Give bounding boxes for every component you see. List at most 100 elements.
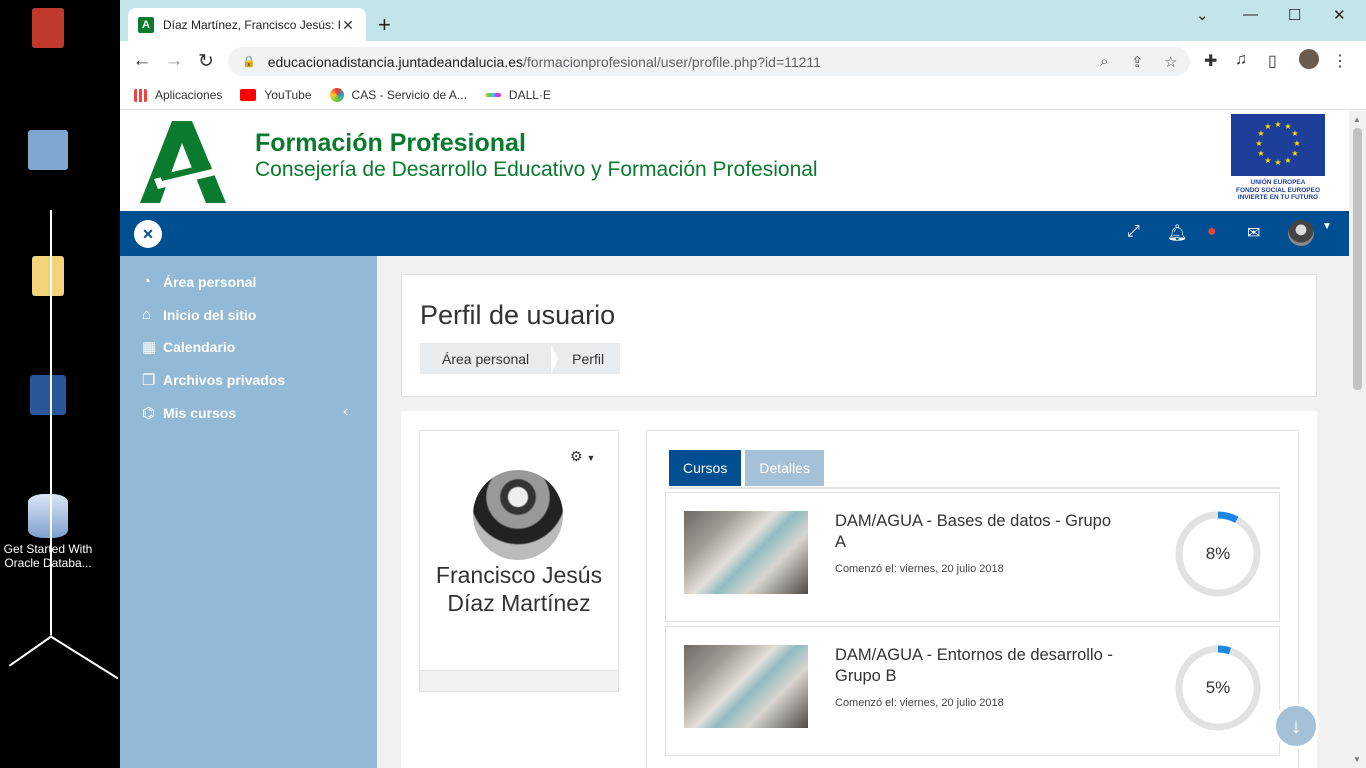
browser-toolbar: ← → ↻ 🔒 educacionadistancia.juntadeandal… [120, 41, 1366, 81]
course-item[interactable]: DAM/AGUA - Bases de datos - Grupo A Come… [665, 492, 1280, 622]
home-icon: ⌂ [142, 306, 152, 323]
progress-label: 8% [1205, 544, 1231, 563]
page-title: Perfil de usuario [420, 300, 616, 330]
drawer-item-files[interactable]: ❐ Archivos privados [142, 371, 285, 389]
svg-text:★: ★ [1291, 149, 1298, 158]
database-icon [28, 494, 68, 538]
media-icon[interactable]: ♫ [1235, 51, 1247, 69]
chat-icon[interactable]: ● [1207, 223, 1217, 241]
junta-andalucia-logo-icon [140, 121, 226, 203]
web-page: Formación Profesional Consejería de Desa… [120, 111, 1366, 768]
bookmark-dalle[interactable]: DALL·E [484, 88, 551, 102]
forward-icon[interactable]: → [163, 50, 185, 72]
apps-grid-icon [134, 88, 147, 102]
oracle-shortcut-label: Get Started With Oracle Databa... [3, 542, 93, 570]
junta-favicon: A [138, 17, 154, 33]
lock-icon: 🔒 [242, 56, 256, 68]
chevron-down-icon[interactable]: ▼ [1322, 221, 1332, 232]
fullscreen-icon[interactable]: ⤢ [1127, 223, 1140, 241]
url-host: educacionadistancia.juntadeandalucia.es [267, 53, 524, 70]
word-icon[interactable] [0, 375, 96, 419]
tab-title: Díaz Martínez, Francisco Jesús: Pe [163, 18, 340, 32]
side-panel-icon[interactable]: ▯ [1268, 51, 1277, 71]
breadcrumb-dashboard[interactable]: Área personal [420, 351, 551, 367]
folder-icon[interactable] [0, 256, 96, 300]
svg-text:★: ★ [1264, 156, 1271, 165]
profile-avatar[interactable] [1299, 49, 1319, 69]
drawer-item-my-courses[interactable]: ⌬ Mis cursos [142, 404, 236, 422]
new-tab-icon[interactable]: + [378, 12, 391, 38]
eu-text: UNIÓN EUROPEA FONDO SOCIAL EUROPEO INVIE… [1235, 179, 1321, 201]
nav-drawer: ◔ Área personal ⌂ Inicio del sitio ▦ Cal… [120, 256, 377, 768]
share-icon[interactable]: ⇪ [1131, 53, 1144, 71]
scroll-down-button[interactable]: ↓ [1273, 703, 1319, 749]
browser-window: A Díaz Martínez, Francisco Jesús: Pe ✕ +… [120, 0, 1366, 768]
gear-icon[interactable]: ⚙ ▼ [570, 448, 595, 465]
tab-strip: A Díaz Martínez, Francisco Jesús: Pe ✕ +… [120, 0, 1366, 42]
calendar-icon: ▦ [142, 339, 157, 356]
cas-icon [329, 88, 344, 102]
scroll-down-arrow-icon[interactable]: ▼ [1353, 755, 1361, 764]
browser-tab[interactable]: A Díaz Martínez, Francisco Jesús: Pe ✕ [128, 8, 366, 42]
mail-icon[interactable]: ✉ [1247, 223, 1260, 243]
eu-logo: ★ ★ ★ ★ ★ ★ ★ ★ ★ ★ ★ ★ UNIÓN EUROPEA FONDO SOCIA… [1231, 114, 1325, 204]
drawer-item-home[interactable]: ⌂ Inicio del sitio [142, 306, 256, 323]
tab-search-icon[interactable]: ⌄ [1196, 6, 1209, 24]
svg-text:★: ★ [1274, 158, 1281, 167]
bookmark-youtube[interactable]: YouTube [240, 88, 312, 102]
notifications-bell-icon[interactable]: 🔔︎ [1167, 223, 1187, 243]
page-scrollbar[interactable]: ▲ ▼ [1349, 111, 1366, 768]
address-bar[interactable]: 🔒 educacionadistancia.juntadeandalucia.e… [228, 47, 1190, 76]
scroll-up-arrow-icon[interactable]: ▲ [1353, 115, 1361, 124]
oracle-shortcut[interactable]: Get Started With Oracle Databa... [0, 494, 96, 570]
course-name[interactable]: DAM/AGUA - Bases de datos - Grupo A [835, 511, 1115, 553]
page-header-card: Perfil de usuario Área personal Perfil [401, 274, 1317, 397]
bookmark-cas[interactable]: CAS - Servicio de A... [329, 88, 467, 102]
extensions-icon[interactable]: ✚ [1204, 51, 1217, 71]
desktop-line [8, 635, 53, 667]
chevron-left-icon[interactable]: ‹ [343, 403, 348, 421]
bookmark-apps[interactable]: Aplicaciones [134, 88, 222, 102]
profile-card: ⚙ ▼ Francisco Jesús Díaz Martínez [419, 430, 619, 692]
bookmark-star-icon[interactable]: ☆ [1164, 53, 1177, 71]
close-window-icon[interactable]: ✕ [1333, 6, 1346, 24]
back-icon[interactable]: ← [131, 50, 153, 72]
drawer-item-calendar[interactable]: ▦ Calendario [142, 338, 235, 356]
course-start-date: Comenzó el: viernes, 20 julio 2018 [835, 563, 1004, 575]
recycle-bin-icon[interactable] [0, 8, 96, 52]
zoom-icon[interactable]: ⌕ [1100, 53, 1108, 70]
dashboard-icon: ◔ [142, 273, 152, 290]
course-name[interactable]: DAM/AGUA - Entornos de desarrollo - Grup… [835, 645, 1115, 687]
network-icon[interactable] [0, 130, 96, 174]
profile-region: ⚙ ▼ Francisco Jesús Díaz Martínez Cursos… [401, 411, 1317, 768]
site-header: Formación Profesional Consejería de Desa… [120, 111, 1366, 211]
url-path: /formacionprofesional/user/profile.php?i… [523, 53, 821, 70]
files-icon: ❐ [142, 372, 156, 389]
svg-text:★: ★ [1274, 120, 1281, 129]
user-name: Francisco Jesús Díaz Martínez [435, 562, 603, 616]
minimize-icon[interactable]: — [1243, 6, 1258, 23]
user-menu-avatar[interactable] [1288, 220, 1314, 246]
desktop-line [49, 635, 119, 680]
close-tab-icon[interactable]: ✕ [340, 17, 356, 34]
graduation-cap-icon: ⌬ [142, 405, 156, 422]
tab-cursos[interactable]: Cursos [669, 450, 742, 486]
close-drawer-button[interactable]: ✕ [134, 220, 162, 248]
profile-card-footer [420, 670, 618, 691]
drawer-item-dashboard[interactable]: ◔ Área personal [142, 273, 256, 290]
scrollbar-thumb[interactable] [1353, 128, 1362, 390]
menu-icon[interactable]: ⋮ [1332, 51, 1348, 71]
maximize-icon[interactable]: ☐ [1288, 6, 1301, 24]
course-thumbnail [684, 645, 808, 728]
top-navbar: ✕ ⤢ 🔔︎ ● ✉ ▼ [120, 211, 1366, 256]
breadcrumb-profile[interactable]: Perfil [558, 351, 620, 367]
main-content: Perfil de usuario Área personal Perfil ⚙… [377, 256, 1366, 768]
progress-label: 5% [1205, 678, 1231, 697]
svg-text:★: ★ [1255, 139, 1262, 148]
course-item[interactable]: DAM/AGUA - Entornos de desarrollo - Grup… [665, 626, 1280, 756]
eu-flag-icon: ★ ★ ★ ★ ★ ★ ★ ★ ★ ★ ★ ★ [1231, 114, 1325, 176]
svg-text:★: ★ [1284, 156, 1291, 165]
reload-icon[interactable]: ↻ [195, 50, 217, 73]
youtube-icon [240, 89, 257, 101]
tab-detalles[interactable]: Detalles [745, 450, 824, 486]
